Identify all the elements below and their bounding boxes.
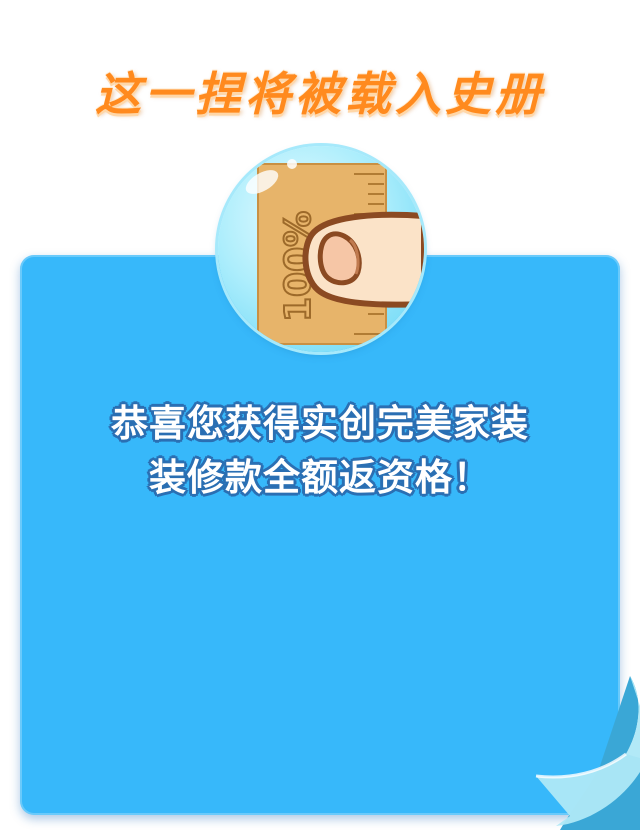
ribbon-decoration [535, 676, 640, 830]
pinching-finger-ruler-icon: 100% [218, 146, 424, 352]
badge-illustration: 100% [245, 159, 424, 345]
headline-title: 这一捏将被载入史册 [95, 67, 545, 121]
page: 这一捏将被载入史册 恭喜您获得实创完美家装 装修款全额返资格！ 100% [0, 0, 640, 830]
message-line-2: 装修款全额返资格！ [149, 456, 491, 499]
message-line-1: 恭喜您获得实创完美家装 [111, 402, 529, 445]
